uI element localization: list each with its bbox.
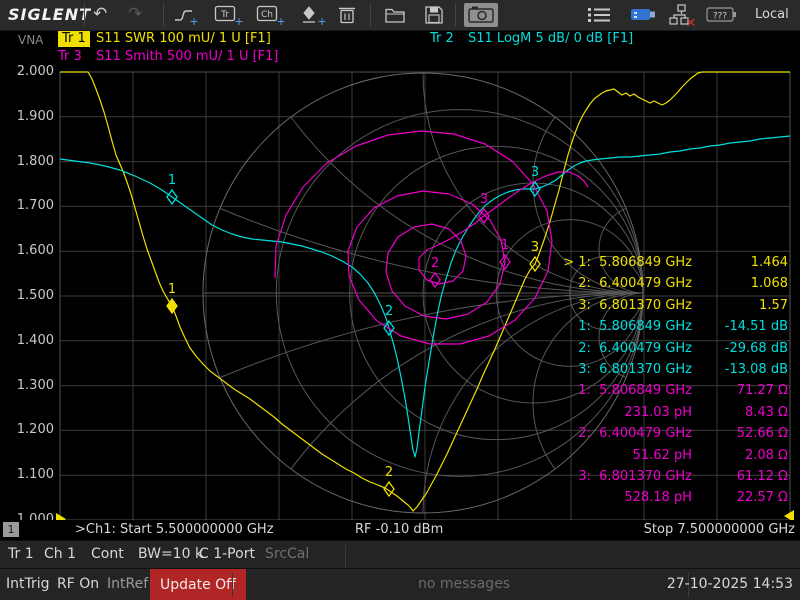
marker-tr1-1[interactable]: 1	[167, 282, 177, 313]
y-tick-label: 1.300	[0, 378, 54, 393]
tr1-format-label[interactable]: S11 SWR 100 mU/ 1 U [F1]	[96, 31, 271, 46]
marker-table-freq: 528.18 pH	[560, 487, 692, 508]
marker-table-row: 2: 6.400479 GHz52.66 Ω	[560, 423, 788, 444]
x-axis-row: 1 >Ch1: Start 5.500000000 GHz RF -0.10 d…	[0, 520, 800, 540]
status-trace[interactable]: Tr 1	[8, 546, 34, 562]
status-cal[interactable]: C 1-Port	[199, 546, 255, 562]
marker-table-row: > 1: 5.806849 GHz1.464	[560, 252, 788, 273]
marker-table-row: 528.18 pH22.57 Ω	[560, 487, 788, 508]
vna-screen: SIGLENT ↶ ↷ + Tr + Ch +	[0, 0, 800, 600]
sweep-stop-label: Stop 7.500000000 GHz	[644, 522, 795, 537]
marker-table-freq: 231.03 pH	[560, 402, 692, 423]
y-tick-label: 1.200	[0, 422, 54, 437]
y-tick-label: 1.900	[0, 109, 54, 124]
marker-table-row: 2: 6.400479 GHz1.068	[560, 273, 788, 294]
marker-table-value: 52.66 Ω	[692, 423, 788, 444]
sweep-start-label[interactable]: >Ch1: Start 5.500000000 GHz	[75, 522, 274, 537]
trace-header-row2: Tr 3 S11 Smith 500 mU/ 1 U [F1]	[0, 49, 800, 67]
y-tick-label: 1.400	[0, 333, 54, 348]
y-tick-label: 1.700	[0, 198, 54, 213]
status-channel[interactable]: Ch 1	[44, 546, 76, 562]
y-tick-label: 2.000	[0, 64, 54, 79]
marker-readout-table: > 1: 5.806849 GHz1.4642: 6.400479 GHz1.0…	[560, 252, 788, 509]
status-separator	[232, 573, 233, 597]
marker-table-freq: 1: 5.806849 GHz	[560, 316, 692, 337]
marker-number-label: 2	[431, 256, 439, 271]
marker-table-freq: 3: 6.801370 GHz	[560, 359, 692, 380]
status-bar-measure: Tr 1 Ch 1 Cont BW=10 k C 1-Port SrcCal	[0, 540, 800, 569]
marker-table-row: 3: 6.801370 GHz1.57	[560, 295, 788, 316]
marker-table-row: 51.62 pH2.08 Ω	[560, 445, 788, 466]
marker-table-value: -29.68 dB	[692, 338, 788, 359]
tr3-badge[interactable]: Tr 3	[58, 49, 82, 64]
marker-table-value: 2.08 Ω	[692, 445, 788, 466]
marker-table-row: 1: 5.806849 GHz71.27 Ω	[560, 380, 788, 401]
marker-number-label: 2	[385, 304, 393, 319]
marker-table-value: 61.12 Ω	[692, 466, 788, 487]
marker-table-value: 1.464	[692, 252, 788, 273]
marker-table-row: 3: 6.801370 GHz-13.08 dB	[560, 359, 788, 380]
datetime-label: 27-10-2025 14:53	[667, 576, 793, 592]
marker-table-row: 2: 6.400479 GHz-29.68 dB	[560, 338, 788, 359]
y-tick-label: 1.500	[0, 288, 54, 303]
marker-number-label: 2	[385, 465, 393, 480]
marker-table-value: 8.43 Ω	[692, 402, 788, 423]
y-tick-label: 1.600	[0, 243, 54, 258]
trace-tr3	[275, 131, 588, 344]
rf-power-label: RF -0.10 dBm	[355, 522, 443, 537]
marker-tr2-2[interactable]: 2	[384, 304, 394, 335]
marker-diamond-icon	[430, 273, 440, 287]
marker-number-label: 1	[168, 282, 176, 297]
y-tick-label: 1.800	[0, 154, 54, 169]
channel-badge[interactable]: 1	[3, 522, 19, 537]
status-rf[interactable]: RF On	[57, 576, 99, 592]
marker-table-freq: 2: 6.400479 GHz	[560, 338, 692, 359]
status-cont[interactable]: Cont	[91, 546, 124, 562]
marker-table-freq: > 1: 5.806849 GHz	[560, 252, 692, 273]
marker-table-value: -14.51 dB	[692, 316, 788, 337]
status-trigger[interactable]: IntTrig	[6, 576, 50, 592]
status-bar-system: IntTrig RF On IntRef Update Off no messa…	[0, 568, 800, 600]
marker-number-label: 1	[501, 238, 509, 253]
tr2-badge[interactable]: Tr 2	[430, 31, 454, 46]
marker-tr2-1[interactable]: 1	[167, 173, 177, 204]
marker-table-row: 3: 6.801370 GHz61.12 Ω	[560, 466, 788, 487]
tr3-format-label[interactable]: S11 Smith 500 mU/ 1 U [F1]	[96, 49, 279, 64]
marker-table-value: 1.57	[692, 295, 788, 316]
marker-table-row: 1: 5.806849 GHz-14.51 dB	[560, 316, 788, 337]
tr2-format-label[interactable]: S11 LogM 5 dB/ 0 dB [F1]	[468, 31, 633, 46]
marker-number-label: 3	[480, 192, 488, 207]
trace-header-row1: Tr 1 S11 SWR 100 mU/ 1 U [F1] Tr 2 S11 L…	[0, 31, 800, 49]
marker-table-freq: 3: 6.801370 GHz	[560, 466, 692, 487]
marker-table-freq: 3: 6.801370 GHz	[560, 295, 692, 316]
marker-table-value: 1.068	[692, 273, 788, 294]
marker-table-freq: 1: 5.806849 GHz	[560, 380, 692, 401]
status-bandwidth[interactable]: BW=10 k	[138, 546, 203, 562]
message-area: no messages	[418, 576, 510, 592]
status-srccal[interactable]: SrcCal	[265, 546, 309, 562]
marker-number-label: 3	[531, 165, 539, 180]
marker-table-value: -13.08 dB	[692, 359, 788, 380]
y-tick-label: 1.100	[0, 467, 54, 482]
marker-number-label: 3	[531, 240, 539, 255]
marker-table-row: 231.03 pH8.43 Ω	[560, 402, 788, 423]
status-separator	[345, 545, 346, 569]
status-ref[interactable]: IntRef	[107, 576, 148, 592]
marker-number-label: 1	[168, 173, 176, 188]
marker-table-freq: 51.62 pH	[560, 445, 692, 466]
marker-table-value: 22.57 Ω	[692, 487, 788, 508]
tr1-badge[interactable]: Tr 1	[58, 31, 90, 47]
marker-table-freq: 2: 6.400479 GHz	[560, 423, 692, 444]
marker-table-freq: 2: 6.400479 GHz	[560, 273, 692, 294]
marker-table-value: 71.27 Ω	[692, 380, 788, 401]
